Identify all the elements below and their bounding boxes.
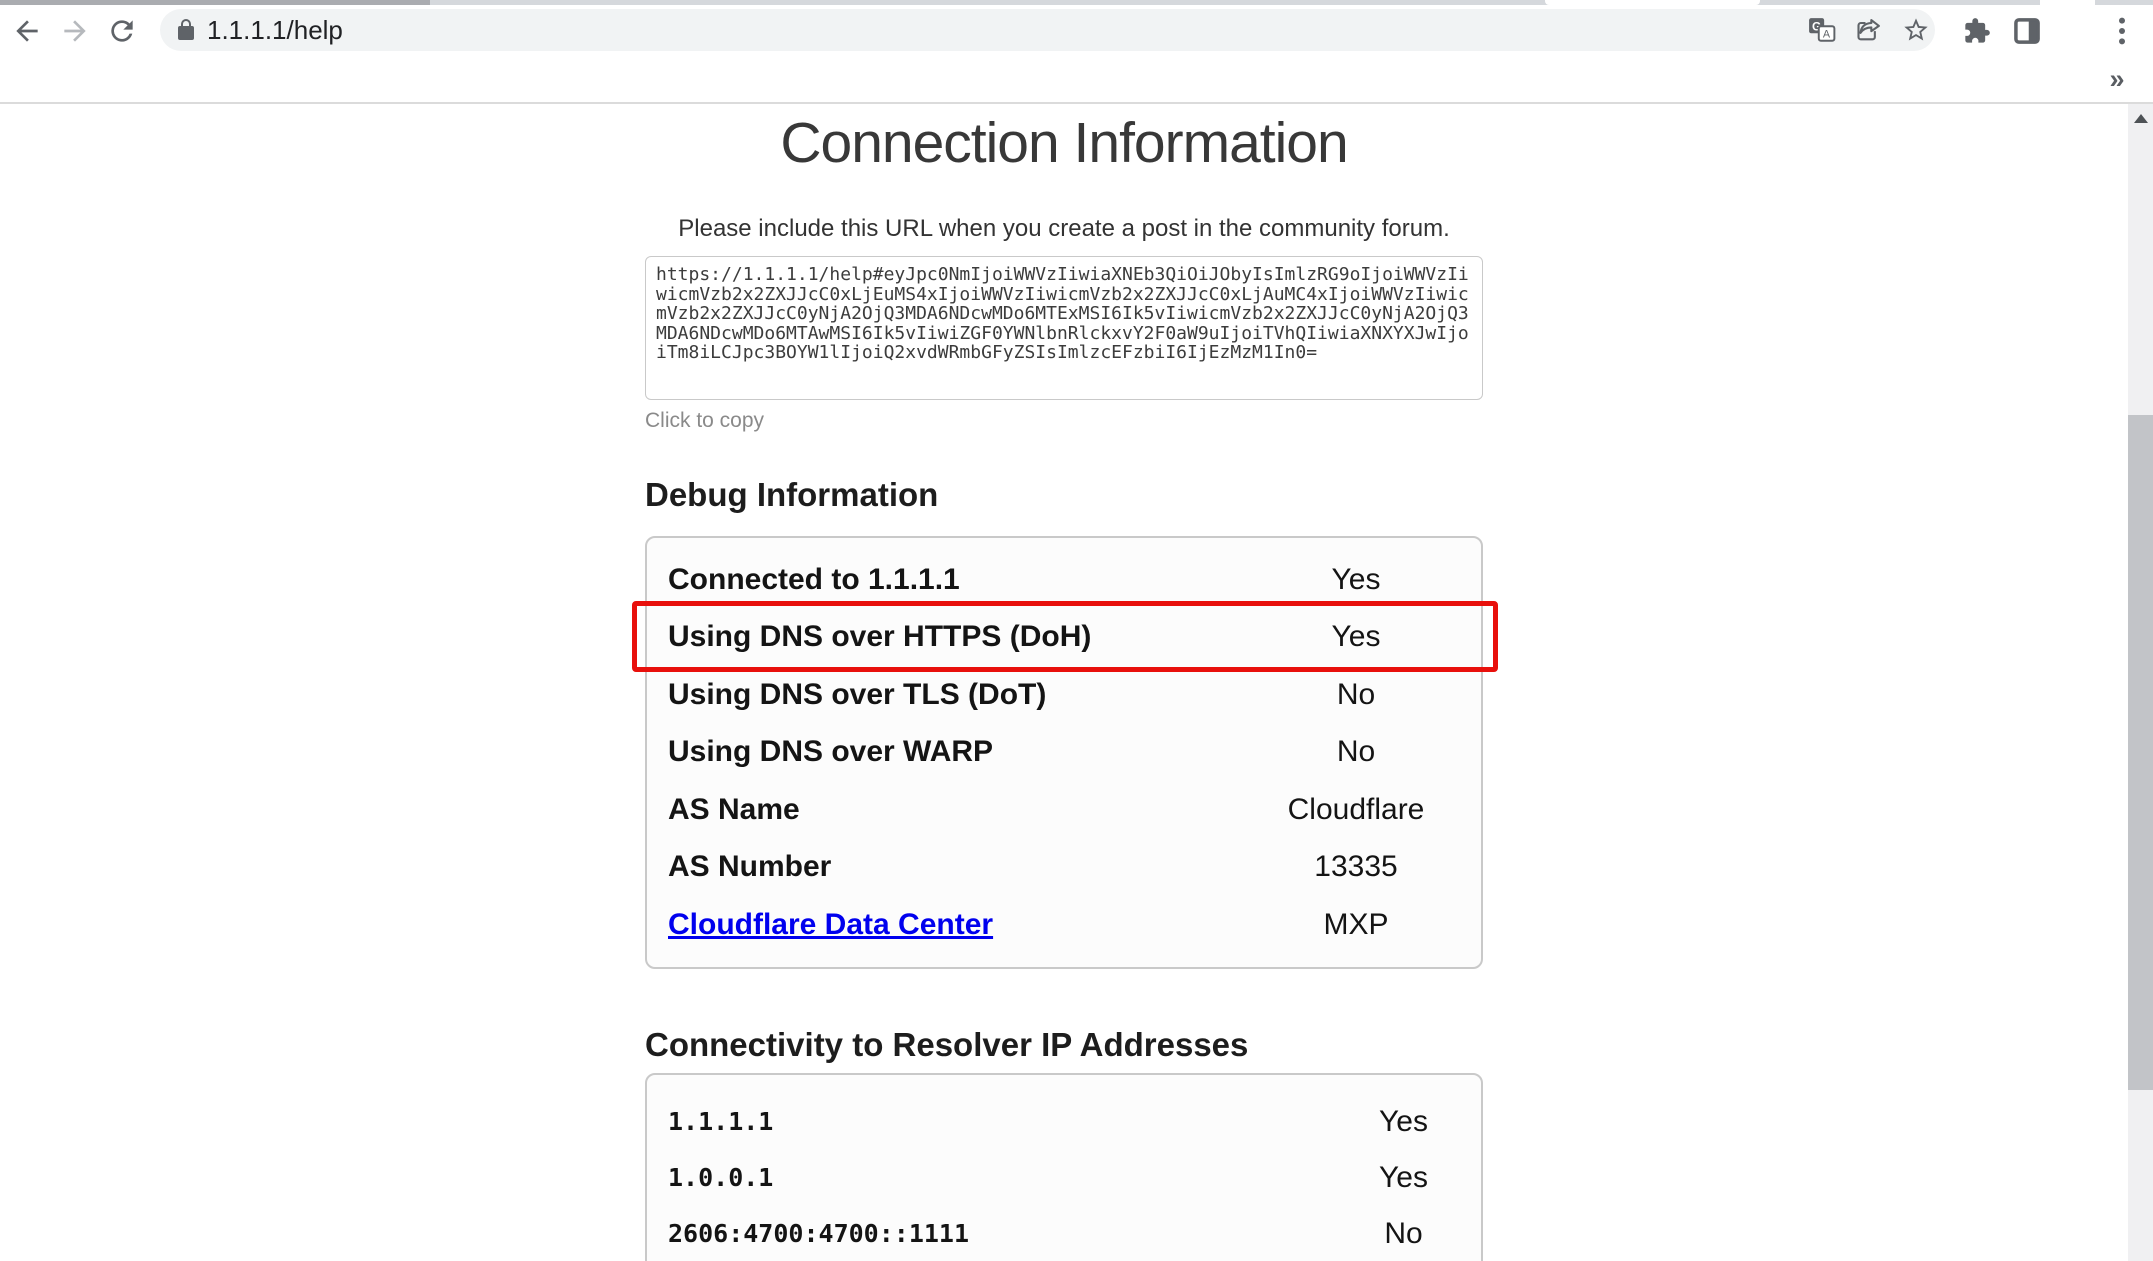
side-panel-icon xyxy=(2013,17,2041,45)
menu-dots-icon xyxy=(2117,16,2127,46)
row-label: Using DNS over TLS (DoT) xyxy=(647,678,1231,712)
scrollbar-up-button[interactable] xyxy=(2128,104,2153,132)
forward-button[interactable] xyxy=(58,14,92,48)
cloudflare-data-center-link[interactable]: Cloudflare Data Center xyxy=(668,908,993,941)
table-row: 1.1.1.1 Yes xyxy=(647,1094,1481,1150)
extensions-button[interactable] xyxy=(1962,16,1992,46)
row-value: No xyxy=(1231,735,1481,769)
reload-button[interactable] xyxy=(105,14,139,48)
row-value: Cloudflare xyxy=(1231,793,1481,827)
row-label: 2606:4700:4700::1111 xyxy=(647,1219,1326,1248)
translate-icon: G A xyxy=(1808,17,1836,43)
bookmarks-bar: » xyxy=(0,57,2153,102)
row-value: No xyxy=(1231,678,1481,712)
table-row: 2606:4700:4700::1111 No xyxy=(647,1206,1481,1261)
translate-button[interactable]: G A xyxy=(1807,15,1837,45)
back-icon xyxy=(11,15,43,47)
row-label: Cloudflare Data Center xyxy=(647,908,1231,942)
row-value: 13335 xyxy=(1231,850,1481,884)
forward-icon xyxy=(59,15,91,47)
address-bar[interactable]: 1.1.1.1/help G A xyxy=(160,9,1935,51)
row-label: Connected to 1.1.1.1 xyxy=(647,563,1231,597)
table-row: Connected to 1.1.1.1 Yes xyxy=(647,551,1481,609)
row-value: Yes xyxy=(1326,1161,1481,1195)
row-value: Yes xyxy=(1326,1105,1481,1139)
bookmarks-overflow-chevron[interactable]: » xyxy=(2100,59,2134,99)
row-label: AS Name xyxy=(647,793,1231,827)
reload-icon xyxy=(106,15,138,47)
row-label: 1.1.1.1 xyxy=(647,1107,1326,1136)
browser-menu-button[interactable] xyxy=(2112,16,2132,46)
browser-toolbar: 1.1.1.1/help G A xyxy=(0,5,2153,57)
svg-text:A: A xyxy=(1823,29,1831,41)
row-value: Yes xyxy=(1231,563,1481,597)
lock-icon[interactable] xyxy=(174,18,198,42)
share-icon xyxy=(1855,16,1883,44)
row-value: Yes xyxy=(1231,620,1481,654)
table-row: 1.0.0.1 Yes xyxy=(647,1150,1481,1206)
table-row: Cloudflare Data Center MXP xyxy=(647,896,1481,954)
vertical-scrollbar[interactable] xyxy=(2128,104,2153,1261)
row-value: No xyxy=(1326,1217,1481,1251)
scrollbar-thumb[interactable] xyxy=(2128,415,2153,1090)
row-label: AS Number xyxy=(647,850,1231,884)
debug-information-heading: Debug Information xyxy=(645,475,1483,515)
table-row: AS Name Cloudflare xyxy=(647,781,1481,839)
table-row-highlighted: Using DNS over HTTPS (DoH) Yes xyxy=(647,609,1481,667)
page-title: Connection Information xyxy=(645,112,1483,174)
page-content: Connection Information Please include th… xyxy=(0,104,2128,1261)
row-label: Using DNS over WARP xyxy=(647,735,1231,769)
debug-information-table: Connected to 1.1.1.1 Yes Using DNS over … xyxy=(645,536,1483,969)
bookmark-button[interactable] xyxy=(1901,15,1931,45)
scroll-up-arrow-icon xyxy=(2134,114,2148,123)
resolver-ip-table: 1.1.1.1 Yes 1.0.0.1 Yes 2606:4700:4700::… xyxy=(645,1073,1483,1261)
table-row: Using DNS over TLS (DoT) No xyxy=(647,666,1481,724)
row-value: MXP xyxy=(1231,908,1481,942)
row-label: 1.0.0.1 xyxy=(647,1163,1326,1192)
back-button[interactable] xyxy=(10,14,44,48)
url-text[interactable]: 1.1.1.1/help xyxy=(207,9,343,51)
table-row: Using DNS over WARP No xyxy=(647,724,1481,782)
share-button[interactable] xyxy=(1854,15,1884,45)
resolver-connectivity-heading: Connectivity to Resolver IP Addresses xyxy=(645,1025,1483,1065)
row-label: Using DNS over HTTPS (DoH) xyxy=(647,620,1231,654)
side-panel-button[interactable] xyxy=(2012,16,2042,46)
extensions-puzzle-icon xyxy=(1963,17,1991,45)
click-to-copy-label: Click to copy xyxy=(645,409,1483,433)
debug-url-box[interactable]: https://1.1.1.1/help#eyJpc0NmIjoiWWVzIiw… xyxy=(645,256,1483,400)
table-row: AS Number 13335 xyxy=(647,839,1481,897)
community-forum-note: Please include this URL when you create … xyxy=(645,214,1483,244)
bookmark-star-icon xyxy=(1902,16,1930,44)
